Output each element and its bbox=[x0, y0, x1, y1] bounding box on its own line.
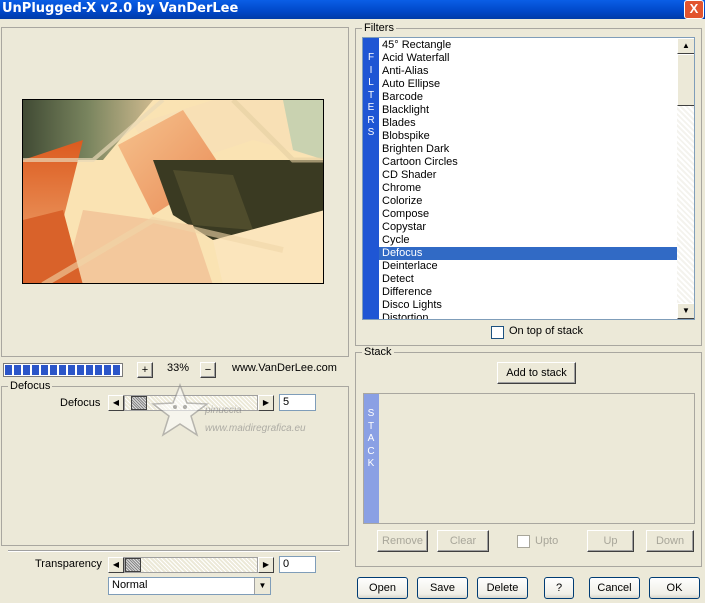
vertical-letter: S bbox=[367, 408, 375, 419]
vertical-letter: F bbox=[367, 52, 375, 63]
zoom-out-button[interactable]: − bbox=[200, 362, 216, 378]
watermark-line1: pinuccia bbox=[205, 405, 242, 416]
filter-list-item[interactable]: Distortion bbox=[379, 312, 677, 319]
vertical-letter: A bbox=[367, 433, 375, 444]
filter-list-item[interactable]: Chrome bbox=[379, 182, 677, 195]
scrollbar-thumb[interactable] bbox=[677, 54, 694, 106]
vertical-letter: T bbox=[367, 420, 375, 432]
filter-list-item[interactable]: Brighten Dark bbox=[379, 143, 677, 156]
transparency-slider[interactable] bbox=[124, 557, 258, 573]
save-button[interactable]: Save bbox=[417, 577, 468, 599]
vertical-letter: L bbox=[368, 77, 374, 88]
vertical-letter: T bbox=[367, 89, 375, 101]
filter-list-item[interactable]: Difference bbox=[379, 286, 677, 299]
transparency-value-field[interactable]: 0 bbox=[279, 556, 316, 573]
chevron-down-icon[interactable]: ▼ bbox=[254, 578, 270, 594]
preview-image[interactable] bbox=[22, 99, 324, 284]
blend-mode-select[interactable]: Normal ▼ bbox=[108, 577, 271, 595]
ok-button[interactable]: OK bbox=[649, 577, 700, 599]
filter-list-item[interactable]: Compose bbox=[379, 208, 677, 221]
on-top-of-stack-checkbox[interactable] bbox=[491, 326, 504, 339]
remove-button[interactable]: Remove bbox=[377, 530, 428, 552]
defocus-param-label: Defocus bbox=[60, 397, 101, 409]
upto-checkbox[interactable] bbox=[517, 535, 530, 548]
scroll-down-icon[interactable]: ▼ bbox=[677, 303, 694, 319]
stack-sidebar: STACK bbox=[364, 394, 379, 523]
vertical-letter: I bbox=[369, 64, 373, 76]
watermark: pinuccia www.maidiregrafica.eu bbox=[150, 382, 325, 443]
filters-sidebar: FILTERS bbox=[363, 38, 379, 319]
filter-scrollbar[interactable]: ▲ ▼ bbox=[677, 38, 694, 319]
website-link[interactable]: www.VanDerLee.com bbox=[232, 362, 337, 374]
zoom-value: 33% bbox=[166, 362, 190, 374]
vertical-letter: E bbox=[367, 102, 375, 113]
filter-list-item[interactable]: CD Shader bbox=[379, 169, 677, 182]
stack-vertical-label: STACK bbox=[365, 408, 377, 471]
preview-artwork bbox=[23, 100, 323, 283]
transparency-label: Transparency bbox=[35, 558, 102, 570]
filter-list-item[interactable]: Auto Ellipse bbox=[379, 78, 677, 91]
separator bbox=[8, 550, 340, 552]
stack-list[interactable]: STACK bbox=[363, 393, 695, 524]
filter-list-item[interactable]: Acid Waterfall bbox=[379, 52, 677, 65]
help-button[interactable]: ? bbox=[544, 577, 574, 599]
down-button[interactable]: Down bbox=[646, 530, 694, 552]
filter-list-item[interactable]: Copystar bbox=[379, 221, 677, 234]
filter-list-item[interactable]: Detect bbox=[379, 273, 677, 286]
filter-list-item[interactable]: Blades bbox=[379, 117, 677, 130]
stack-group-label: Stack bbox=[362, 346, 394, 358]
filter-list-item[interactable]: Anti-Alias bbox=[379, 65, 677, 78]
blend-mode-value: Normal bbox=[112, 579, 148, 591]
filter-items[interactable]: 45° Rectangle Acid Waterfall Anti-Alias Aut… bbox=[379, 39, 677, 319]
window-title: UnPlugged-X v2.0 by VanDerLee bbox=[2, 1, 239, 16]
upto-label: Upto bbox=[535, 535, 559, 547]
progress-fill bbox=[5, 365, 121, 375]
filter-list-item[interactable]: Deinterlace bbox=[379, 260, 677, 273]
filters-vertical-label: FILTERS bbox=[365, 52, 377, 140]
filter-list-item[interactable]: Disco Lights bbox=[379, 299, 677, 312]
filter-list-item[interactable]: Cartoon Circles bbox=[379, 156, 677, 169]
filter-list-item[interactable]: Blacklight bbox=[379, 104, 677, 117]
zoom-in-button[interactable]: + bbox=[137, 362, 153, 378]
filter-list-item[interactable]: Colorize bbox=[379, 195, 677, 208]
cancel-button[interactable]: Cancel bbox=[589, 577, 640, 599]
scroll-up-icon[interactable]: ▲ bbox=[677, 38, 694, 54]
filter-list-item[interactable]: 45° Rectangle bbox=[379, 39, 677, 52]
delete-button[interactable]: Delete bbox=[477, 577, 528, 599]
filter-list-item[interactable]: Barcode bbox=[379, 91, 677, 104]
transparency-increment-button[interactable]: ▶ bbox=[258, 557, 274, 573]
transparency-slider-thumb[interactable] bbox=[125, 558, 141, 572]
filters-group-label: Filters bbox=[362, 22, 396, 34]
vertical-letter: K bbox=[367, 458, 375, 469]
defocus-slider-thumb[interactable] bbox=[131, 396, 147, 410]
filter-list-item[interactable]: Blobspike bbox=[379, 130, 677, 143]
vertical-letter: R bbox=[367, 114, 375, 126]
filter-list-item[interactable]: Defocus bbox=[379, 247, 677, 260]
clear-button[interactable]: Clear bbox=[437, 530, 489, 552]
filter-list-item[interactable]: Cycle bbox=[379, 234, 677, 247]
up-button[interactable]: Up bbox=[587, 530, 634, 552]
vertical-letter: C bbox=[367, 445, 375, 457]
close-button[interactable]: X bbox=[684, 0, 704, 19]
parameters-group-label: Defocus bbox=[8, 380, 53, 392]
defocus-decrement-button[interactable]: ◀ bbox=[108, 395, 124, 411]
vertical-letter: S bbox=[367, 127, 375, 138]
transparency-decrement-button[interactable]: ◀ bbox=[108, 557, 124, 573]
on-top-of-stack-label[interactable]: On top of stack bbox=[509, 325, 583, 337]
add-to-stack-button[interactable]: Add to stack bbox=[497, 362, 576, 384]
open-button[interactable]: Open bbox=[357, 577, 408, 599]
render-progress-bar bbox=[3, 363, 123, 377]
filter-list[interactable]: FILTERS 45° Rectangle Acid Waterfall Anti-… bbox=[362, 37, 695, 320]
watermark-line2: www.maidiregrafica.eu bbox=[205, 423, 306, 434]
